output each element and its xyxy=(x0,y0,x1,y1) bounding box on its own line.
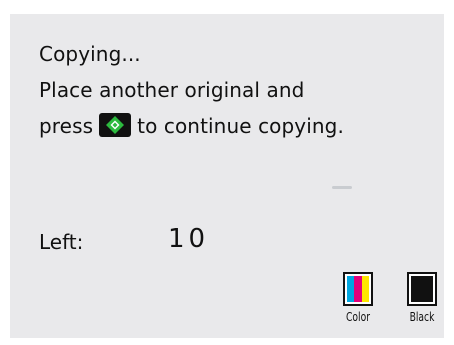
instruction-continue-text: to continue copying. xyxy=(137,114,344,138)
copies-left-label: Left: xyxy=(39,230,84,254)
printer-status-screen: Copying... Place another original and pr… xyxy=(10,14,444,338)
yellow-ink-bar xyxy=(361,276,369,302)
start-diamond-icon xyxy=(99,113,132,137)
black-ink-tank-icon xyxy=(407,272,437,306)
black-ink-level xyxy=(411,276,433,302)
magenta-ink-bar xyxy=(354,276,362,302)
ink-status-black: Black xyxy=(402,272,442,325)
ink-status-color: Color xyxy=(338,272,378,325)
instruction-text-continued: press to continue copying. xyxy=(39,112,344,140)
copies-left-value: 10 xyxy=(168,224,210,254)
color-ink-tank-icon xyxy=(343,272,373,306)
color-ink-level xyxy=(347,276,369,302)
black-ink-label: Black xyxy=(409,310,435,324)
instruction-press-text: press xyxy=(39,114,94,138)
instruction-text: Place another original and xyxy=(39,78,305,102)
color-ink-label: Color xyxy=(346,310,370,324)
cyan-ink-bar xyxy=(347,276,355,302)
status-title: Copying... xyxy=(39,42,141,66)
busy-indicator xyxy=(332,186,352,189)
